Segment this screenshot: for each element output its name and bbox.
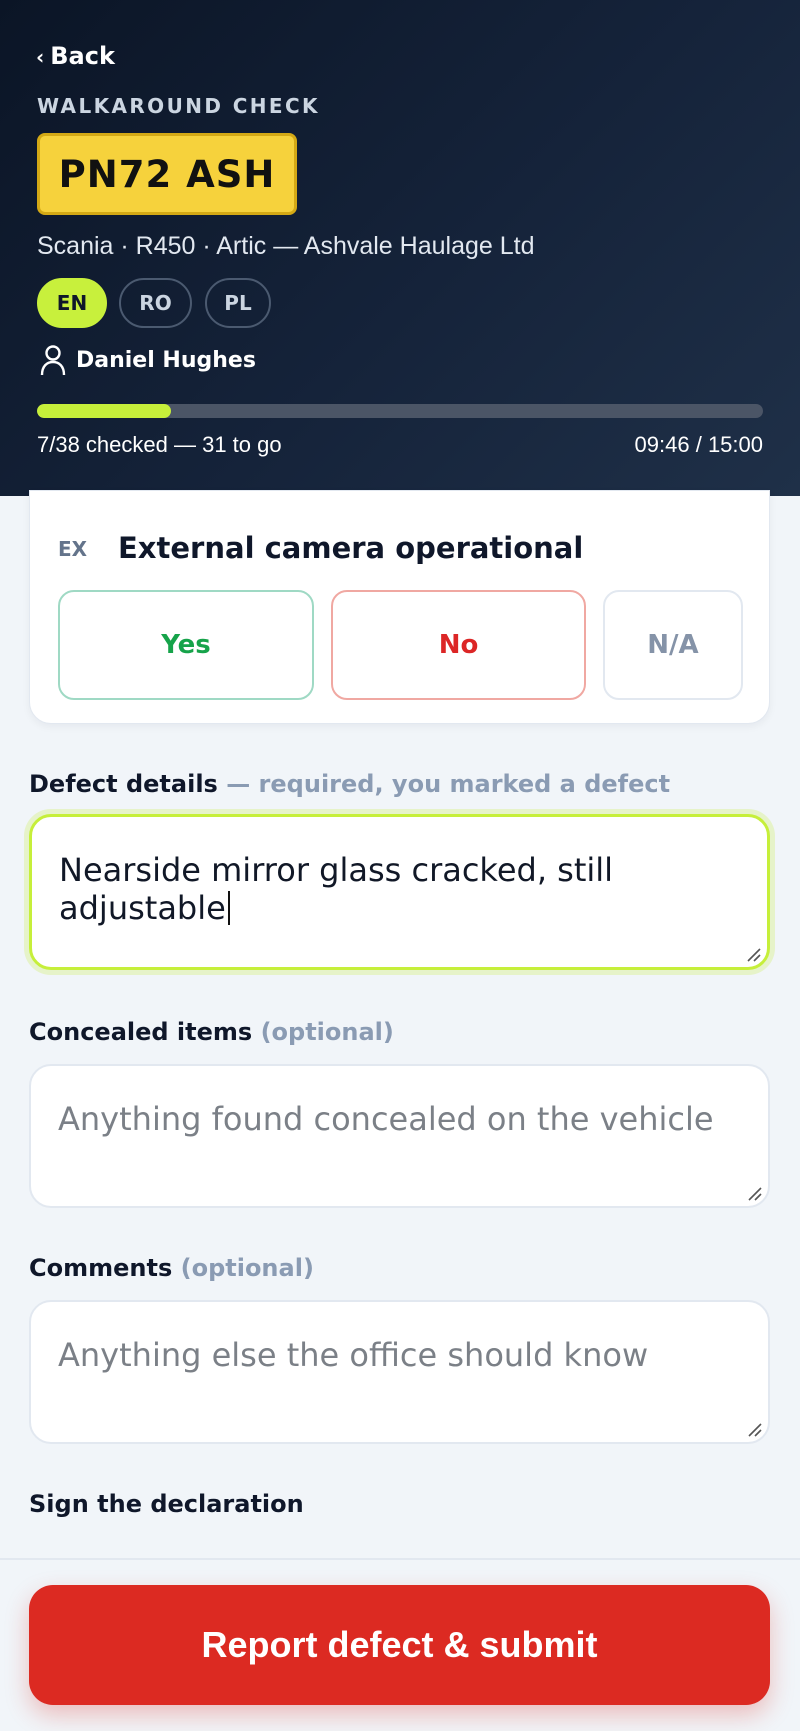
- back-label: Back: [50, 42, 115, 70]
- concealed-items-label: Concealed items (optional): [29, 1018, 394, 1046]
- sign-declaration-label: Sign the declaration: [29, 1490, 304, 1518]
- progress-bar: [37, 404, 763, 418]
- progress-fill: [37, 404, 171, 418]
- vehicle-description: Scania · R450 · Artic — Ashvale Haulage …: [37, 232, 535, 260]
- resize-grip-icon[interactable]: [745, 946, 761, 962]
- defect-details-title: Defect details: [29, 770, 218, 798]
- registration-plate: PN72 ASH: [37, 133, 297, 215]
- text-caret: [227, 891, 230, 925]
- language-pill-en[interactable]: EN: [37, 278, 107, 328]
- defect-details-label: Defect details — required, you marked a …: [29, 770, 670, 798]
- timer: 09:46 / 15:00: [634, 432, 763, 457]
- driver-name: Daniel Hughes: [76, 347, 256, 373]
- answer-na-button[interactable]: N/A: [603, 590, 743, 700]
- defect-details-value: Nearside mirror glass cracked, still adj…: [59, 851, 767, 927]
- defect-details-hint: — required, you marked a defect: [226, 770, 671, 798]
- defect-details-input[interactable]: Nearside mirror glass cracked, still adj…: [29, 814, 770, 970]
- item-code: EX: [58, 537, 88, 561]
- comments-input[interactable]: Anything else the office should know: [29, 1300, 770, 1444]
- comments-placeholder: Anything else the office should know: [58, 1336, 649, 1374]
- report-defect-submit-button[interactable]: Report defect & submit: [29, 1585, 770, 1705]
- language-pill-pl[interactable]: PL: [205, 278, 271, 328]
- comments-label: Comments (optional): [29, 1254, 314, 1282]
- concealed-items-input[interactable]: Anything found concealed on the vehicle: [29, 1064, 770, 1208]
- language-pill-ro[interactable]: RO: [119, 278, 192, 328]
- concealed-items-placeholder: Anything found concealed on the vehicle: [58, 1100, 714, 1138]
- resize-grip-icon[interactable]: [746, 1185, 762, 1201]
- driver-info: Daniel Hughes: [40, 344, 256, 376]
- comments-hint: (optional): [180, 1254, 314, 1282]
- progress-text: 7/38 checked — 31 to go: [37, 432, 282, 457]
- concealed-items-title: Concealed items: [29, 1018, 253, 1046]
- back-button[interactable]: ‹ Back: [36, 42, 115, 70]
- user-icon: [40, 345, 66, 376]
- check-item-card: EX External camera operational Yes No N/…: [29, 490, 770, 724]
- app-header: ‹ Back WALKAROUND CHECK PN72 ASH Scania ·…: [0, 0, 800, 496]
- concealed-items-hint: (optional): [260, 1018, 394, 1046]
- answer-yes-button[interactable]: Yes: [58, 590, 314, 700]
- resize-grip-icon[interactable]: [746, 1421, 762, 1437]
- item-title: External camera operational: [118, 531, 584, 565]
- eyebrow-label: WALKAROUND CHECK: [37, 94, 320, 118]
- chevron-left-icon: ‹: [36, 45, 45, 69]
- defect-details-text: Nearside mirror glass cracked, still adj…: [59, 851, 614, 927]
- answer-no-button[interactable]: No: [331, 590, 586, 700]
- comments-title: Comments: [29, 1254, 173, 1282]
